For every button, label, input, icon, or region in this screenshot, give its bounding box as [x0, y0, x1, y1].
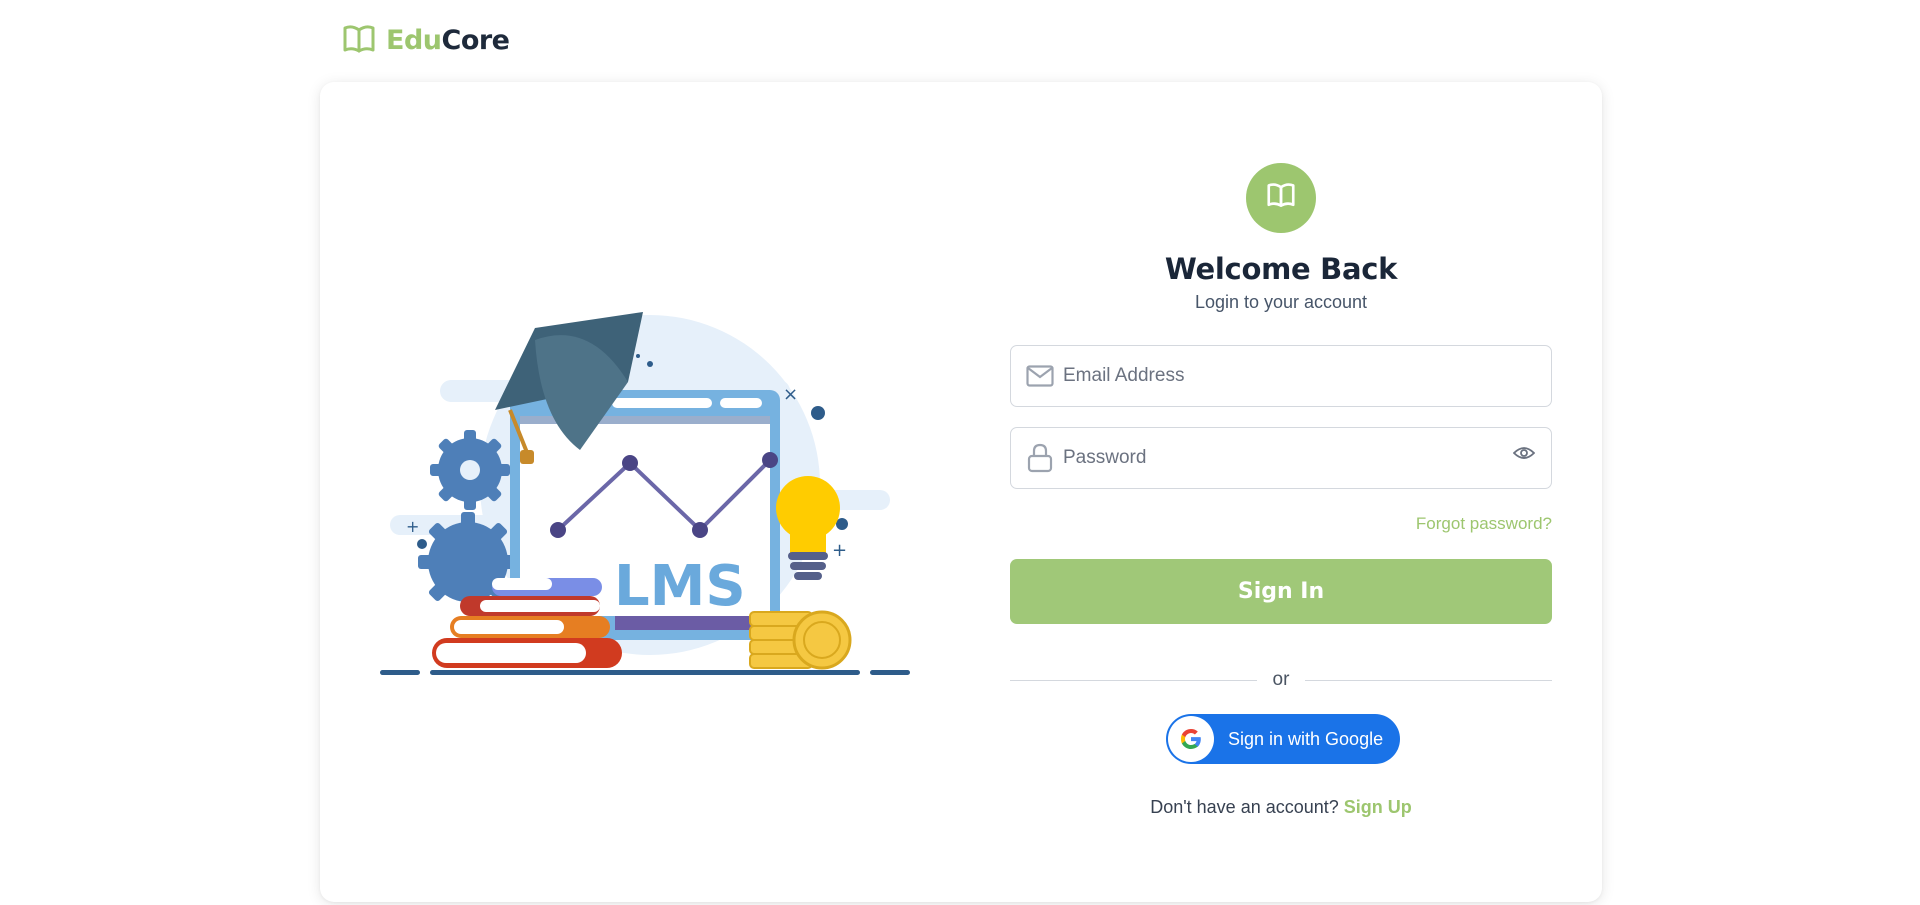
open-book-icon	[342, 24, 376, 56]
divider-line	[1010, 679, 1257, 681]
password-input[interactable]	[1063, 428, 1511, 488]
login-avatar	[1246, 163, 1316, 233]
signup-prompt-row: Don't have an account? Sign Up	[1010, 797, 1552, 818]
forgot-password-link[interactable]: Forgot password?	[1416, 514, 1552, 534]
lock-icon	[1025, 443, 1055, 473]
google-sign-in-button[interactable]: Sign in with Google	[1166, 714, 1400, 764]
open-book-icon	[1266, 182, 1296, 215]
svg-text:+: +	[406, 517, 419, 536]
google-sign-in-label: Sign in with Google	[1228, 728, 1384, 749]
password-field[interactable]	[1010, 427, 1552, 489]
lms-illustration: × + + LMS	[370, 300, 920, 680]
google-logo-icon	[1168, 716, 1214, 762]
page-subtitle: Login to your account	[1194, 292, 1368, 312]
sign-in-button[interactable]: Sign In	[1010, 559, 1552, 624]
signup-prompt: Don't have an account?	[1150, 797, 1339, 817]
or-divider: or	[1010, 668, 1552, 692]
eye-icon[interactable]	[1511, 440, 1537, 466]
divider-line	[1305, 679, 1552, 681]
lms-label: LMS	[614, 554, 746, 619]
sign-up-link[interactable]: Sign Up	[1344, 797, 1412, 817]
svg-text:+: +	[832, 540, 847, 561]
svg-text:×: ×	[783, 384, 798, 405]
divider-label: or	[1272, 669, 1290, 690]
brand-name: EduCore	[386, 24, 510, 56]
email-input[interactable]	[1063, 346, 1551, 406]
email-field[interactable]	[1010, 345, 1552, 407]
brand-logo[interactable]: EduCore	[342, 22, 510, 58]
page-title: Welcome Back	[1164, 252, 1398, 286]
envelope-icon	[1025, 361, 1055, 391]
